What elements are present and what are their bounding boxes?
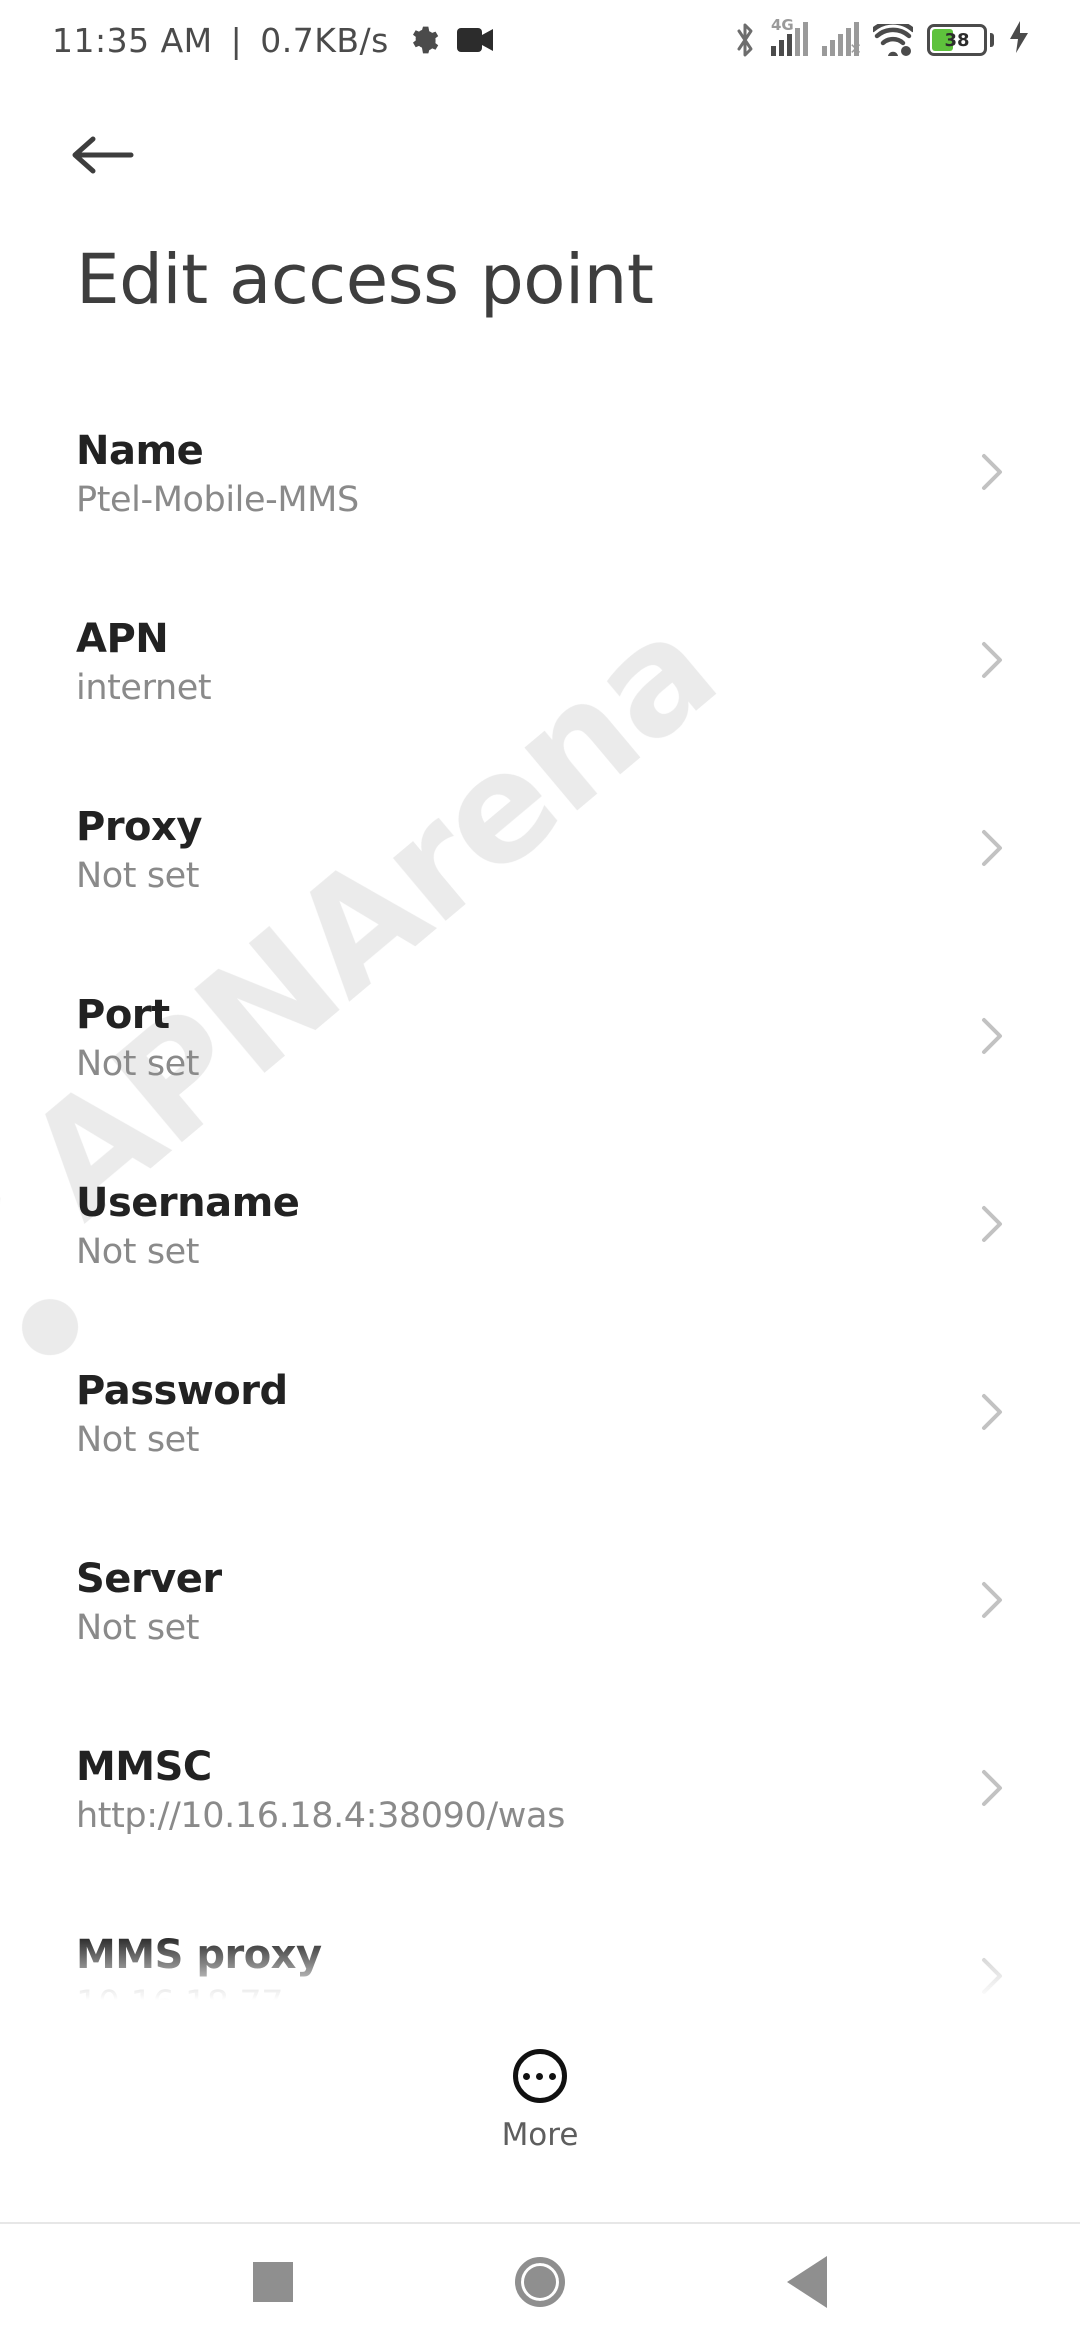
field-label: Port: [76, 992, 199, 1038]
field-label: APN: [76, 616, 211, 662]
back-button[interactable]: [68, 120, 138, 190]
status-sep: |: [231, 21, 243, 60]
nav-home-button[interactable]: [514, 2256, 566, 2308]
more-icon: [513, 2049, 567, 2103]
battery-icon: 38: [927, 24, 994, 56]
camera-icon: [457, 26, 493, 54]
field-label: Server: [76, 1556, 222, 1602]
field-value: Not set: [76, 1608, 222, 1648]
field-label: Password: [76, 1368, 288, 1414]
field-value: 10.16.18.77: [76, 1984, 322, 2000]
chevron-right-icon: [980, 1580, 1004, 1624]
field-value: Not set: [76, 1420, 288, 1460]
gear-icon: [407, 24, 439, 56]
triangle-left-icon: [787, 2256, 827, 2308]
chevron-right-icon: [980, 1956, 1004, 2000]
signal-4g-label: 4G: [771, 16, 794, 34]
status-bar: 11:35 AM | 0.7KB/s 4G ✕: [0, 0, 1080, 80]
chevron-right-icon: [980, 640, 1004, 684]
bottom-bar: More: [0, 2004, 1080, 2224]
field-label: Name: [76, 428, 359, 474]
screen: APNArena 11:35 AM | 0.7KB/s 4G ✕: [0, 0, 1080, 2340]
signal-sim1-icon: 4G: [771, 24, 808, 56]
status-right: 4G ✕ 38: [733, 21, 1028, 60]
field-label: Username: [76, 1180, 299, 1226]
wifi-icon: [873, 24, 913, 56]
nav-bar: [0, 2224, 1080, 2340]
signal-sim2-icon: ✕: [822, 24, 859, 56]
field-mms-proxy[interactable]: MMS proxy 10.16.18.77: [0, 1884, 1080, 2000]
chevron-right-icon: [980, 1016, 1004, 1060]
status-left: 11:35 AM | 0.7KB/s: [52, 21, 493, 60]
field-value: Ptel-Mobile-MMS: [76, 480, 359, 520]
nav-recent-button[interactable]: [247, 2256, 299, 2308]
more-button[interactable]: More: [502, 2049, 579, 2153]
field-label: MMS proxy: [76, 1932, 322, 1978]
nav-back-button[interactable]: [781, 2256, 833, 2308]
field-label: MMSC: [76, 1744, 565, 1790]
battery-percent: 38: [932, 30, 982, 51]
field-port[interactable]: Port Not set: [0, 944, 1080, 1132]
chevron-right-icon: [980, 828, 1004, 872]
square-icon: [253, 2262, 293, 2302]
field-value: http://10.16.18.4:38090/was: [76, 1796, 565, 1836]
field-name[interactable]: Name Ptel-Mobile-MMS: [0, 380, 1080, 568]
arrow-left-icon: [71, 135, 135, 175]
field-value: Not set: [76, 1232, 299, 1272]
field-password[interactable]: Password Not set: [0, 1320, 1080, 1508]
field-value: internet: [76, 668, 211, 708]
field-proxy[interactable]: Proxy Not set: [0, 756, 1080, 944]
field-username[interactable]: Username Not set: [0, 1132, 1080, 1320]
field-value: Not set: [76, 1044, 199, 1084]
circle-icon: [515, 2257, 565, 2307]
field-mmsc[interactable]: MMSC http://10.16.18.4:38090/was: [0, 1696, 1080, 1884]
field-label: Proxy: [76, 804, 202, 850]
field-server[interactable]: Server Not set: [0, 1508, 1080, 1696]
fields-list: Name Ptel-Mobile-MMS APN internet Proxy …: [0, 380, 1080, 2000]
page-title: Edit access point: [76, 240, 1004, 320]
chevron-right-icon: [980, 1392, 1004, 1436]
header: Edit access point: [0, 100, 1080, 320]
bluetooth-icon: [733, 22, 757, 58]
field-apn[interactable]: APN internet: [0, 568, 1080, 756]
chevron-right-icon: [980, 1204, 1004, 1248]
status-speed: 0.7KB/s: [260, 21, 389, 60]
field-value: Not set: [76, 856, 202, 896]
status-time: 11:35 AM: [52, 21, 213, 60]
more-label: More: [502, 2117, 579, 2153]
charging-icon: [1010, 21, 1028, 60]
chevron-right-icon: [980, 452, 1004, 496]
chevron-right-icon: [980, 1768, 1004, 1812]
